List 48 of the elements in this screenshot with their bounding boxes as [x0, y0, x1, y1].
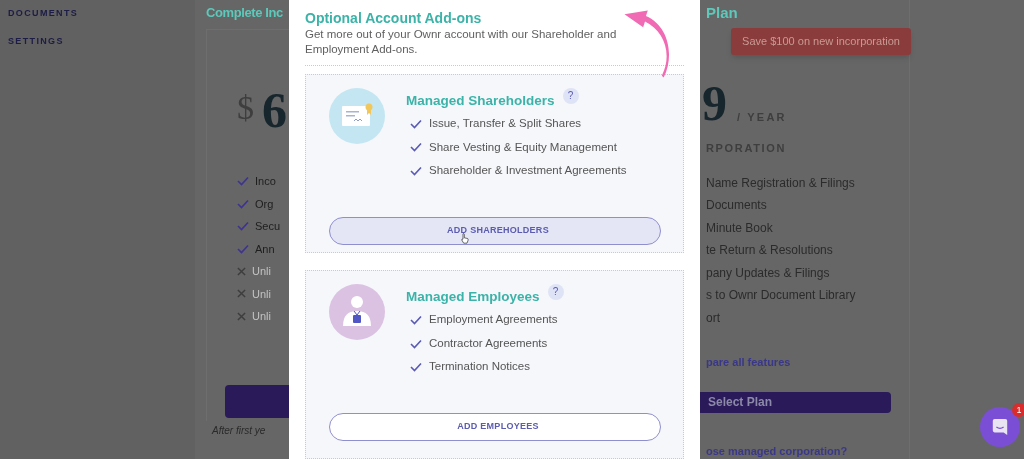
certificate-icon — [329, 88, 385, 144]
sidebar-item[interactable]: DOCUMENTS — [8, 7, 195, 19]
feature-text: Secu — [255, 219, 281, 234]
feature-text: Inco — [255, 174, 276, 189]
feature-text: ort — [706, 309, 721, 327]
promo-badge: Save $100 on new incorporation — [731, 28, 911, 55]
price-amount: 6 — [262, 82, 287, 138]
chat-icon — [991, 418, 1009, 436]
feature-text: Minute Book — [706, 219, 774, 237]
plan-title: Plan — [706, 3, 739, 23]
modal-title: Optional Account Add-ons — [305, 9, 483, 27]
feature-text: Unli — [252, 309, 271, 324]
feature-text: Name Registration & Filings — [706, 174, 856, 192]
add-button[interactable]: ADD SHAREHOLDERS — [329, 216, 661, 245]
feature-text: pany Updates & Filings — [706, 264, 831, 282]
check-icon — [410, 315, 422, 326]
cursor-icon — [461, 232, 469, 244]
person-icon — [329, 284, 385, 341]
feature-text: Unli — [252, 286, 271, 302]
help-badge[interactable]: ? — [547, 284, 564, 301]
price-amount: 9 — [702, 75, 727, 131]
feature-text: Org — [255, 196, 274, 212]
add-button[interactable]: ADD EMPLOYEES — [329, 412, 661, 441]
feature-text: Documents — [706, 197, 768, 214]
feature-text: Unli — [252, 264, 271, 279]
feature-text: Termination Notices — [429, 359, 530, 375]
check-icon — [410, 165, 422, 176]
modal-description: Get more out of your Ownr account with our Shareholder and Employment Add-ons. — [305, 27, 618, 57]
feature-text: te Return & Resolutions — [706, 242, 834, 259]
plan-title: Complete Inc — [206, 4, 284, 22]
feature-text: Contractor Agreements — [429, 335, 548, 351]
feature-text: Ann — [255, 241, 275, 257]
check-icon — [410, 118, 422, 129]
check-icon — [410, 142, 422, 153]
check-icon — [410, 362, 422, 373]
notification-badge: 1 — [1012, 403, 1024, 417]
check-icon — [410, 338, 422, 349]
plan-footnote: After first ye — [212, 424, 267, 438]
feature-text: Shareholder & Investment Agreements — [429, 163, 627, 179]
feature-text: Issue, Transfer & Split Shares — [429, 116, 582, 132]
sidebar-item[interactable]: SETTINGS — [8, 35, 195, 47]
feature-text: Share Vesting & Equity Management — [429, 139, 617, 155]
feature-text: Employment Agreements — [429, 312, 558, 328]
select-plan-button[interactable]: Select Plan — [700, 391, 891, 413]
addon-title: Managed Employees — [406, 288, 540, 307]
addon-title: Managed Shareholders — [406, 92, 555, 110]
help-badge[interactable]: ? — [562, 88, 579, 104]
currency-symbol: $ — [237, 88, 254, 128]
